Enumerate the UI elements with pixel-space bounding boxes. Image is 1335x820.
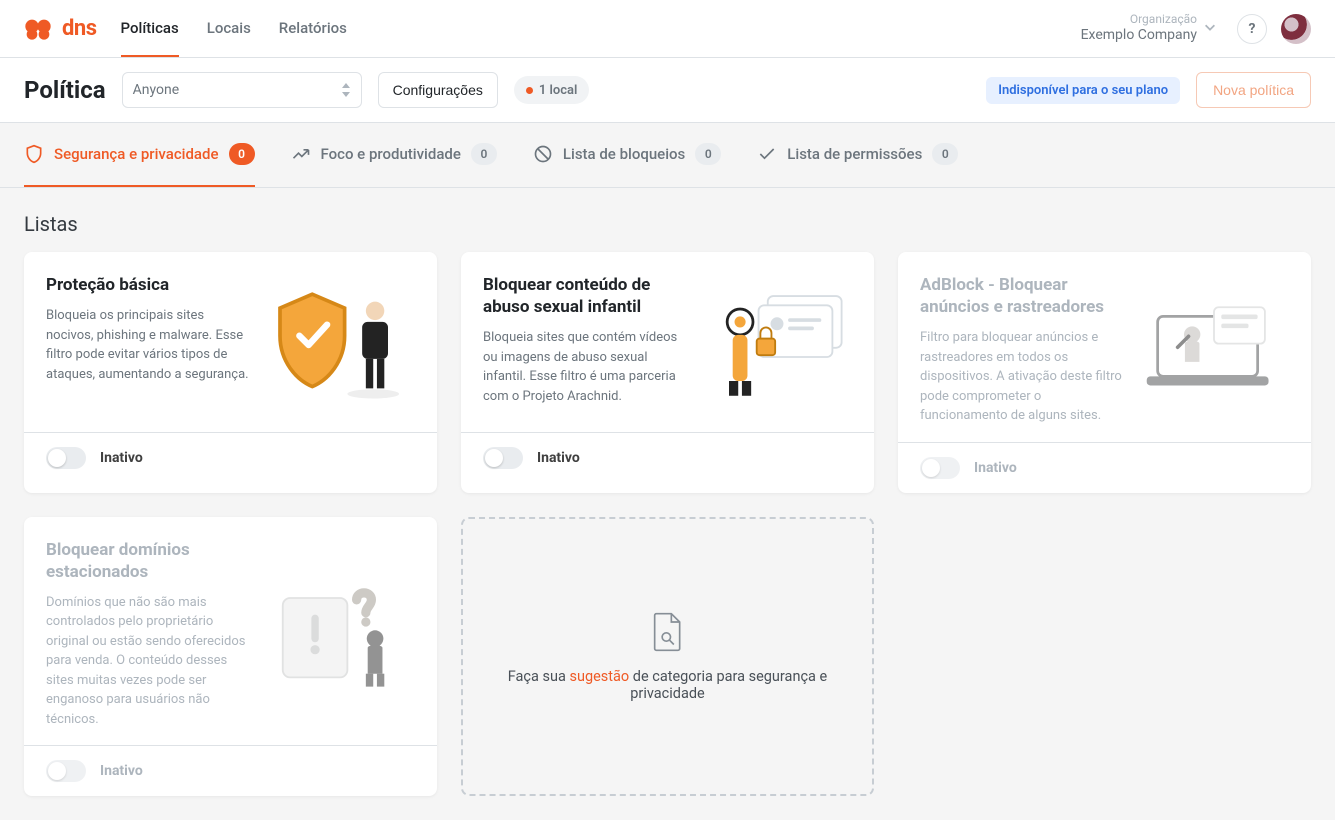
- filter-tabs: Segurança e privacidade 0 Foco e produti…: [0, 123, 1335, 188]
- card-description: Domínios que não são mais controlados pe…: [46, 593, 253, 730]
- tab-allowlist-count: 0: [932, 143, 958, 165]
- content-area: Segurança e privacidade 0 Foco e produti…: [0, 123, 1335, 820]
- status-dot-icon: [526, 87, 533, 94]
- status-text: Inativo: [974, 460, 1017, 476]
- select-caret-icon: [341, 83, 351, 97]
- nav-policies[interactable]: Políticas: [121, 0, 179, 57]
- lock-illustration: [702, 274, 852, 416]
- brand-logo[interactable]: dns: [24, 16, 97, 41]
- tab-allowlist[interactable]: Lista de permissões 0: [757, 123, 958, 187]
- tab-focus-label: Foco e produtividade: [321, 145, 461, 163]
- org-label: Organização: [1081, 12, 1197, 27]
- configurations-button[interactable]: Configurações: [378, 72, 498, 108]
- org-name: Exemplo Company: [1081, 27, 1197, 45]
- help-button[interactable]: ?: [1237, 14, 1267, 44]
- card-title: AdBlock - Bloquear anúncios e rastreador…: [920, 274, 1127, 318]
- card-description: Filtro para bloquear anúncios e rastread…: [920, 328, 1127, 426]
- block-icon: [533, 144, 553, 164]
- nav-reports[interactable]: Relatórios: [279, 0, 347, 57]
- toggle-basic-protection[interactable]: [46, 447, 86, 469]
- tab-blocklist-label: Lista de bloqueios: [563, 145, 685, 163]
- configurations-label: Configurações: [393, 82, 483, 98]
- page-title: Política: [24, 76, 106, 104]
- topnav: dns Políticas Locais Relatórios Organiza…: [0, 0, 1335, 58]
- card-title: Proteção básica: [46, 274, 253, 296]
- card-title: Bloquear domínios estacionados: [46, 539, 253, 583]
- cards-grid: Proteção básica Bloqueia os principais s…: [0, 252, 1335, 820]
- file-search-icon: [651, 612, 685, 652]
- status-text: Inativo: [100, 450, 143, 466]
- card-description: Bloqueia os principais sites nocivos, ph…: [46, 306, 253, 384]
- help-icon: ?: [1249, 21, 1256, 37]
- laptop-illustration: [1139, 274, 1289, 426]
- tab-focus-count: 0: [471, 143, 497, 165]
- locations-badge-text: 1 local: [539, 83, 578, 98]
- toggle-adblock: [920, 457, 960, 479]
- chevron-down-icon[interactable]: [1203, 20, 1217, 38]
- tab-focus-productivity[interactable]: Foco e produtividade 0: [291, 123, 497, 187]
- tab-allowlist-label: Lista de permissões: [787, 145, 922, 163]
- avatar[interactable]: [1281, 14, 1311, 44]
- nav-reports-label: Relatórios: [279, 19, 347, 37]
- suggest-link[interactable]: sugestão: [569, 668, 629, 685]
- card-description: Bloqueia sites que contém vídeos ou imag…: [483, 328, 690, 406]
- status-text: Inativo: [100, 763, 143, 779]
- tab-security-count: 0: [229, 143, 255, 165]
- tab-security-privacy[interactable]: Segurança e privacidade 0: [24, 123, 255, 187]
- suggest-text: Faça sua sugestão de categoria para segu…: [503, 668, 832, 702]
- logo-icon: [24, 17, 56, 41]
- card-title: Bloquear conteúdo de abuso sexual infant…: [483, 274, 690, 318]
- nav-locations[interactable]: Locais: [207, 0, 251, 57]
- policy-selector-value: Anyone: [133, 82, 180, 98]
- nav-locations-label: Locais: [207, 19, 251, 37]
- section-heading: Listas: [0, 188, 1335, 252]
- new-policy-label: Nova política: [1213, 82, 1294, 98]
- toggle-csam-block[interactable]: [483, 447, 523, 469]
- locations-badge[interactable]: 1 local: [514, 76, 590, 104]
- org-switcher[interactable]: Organização Exemplo Company: [1081, 12, 1197, 45]
- card-csam-block: Bloquear conteúdo de abuso sexual infant…: [461, 252, 874, 493]
- main-nav: Políticas Locais Relatórios: [121, 0, 347, 57]
- warning-illustration: [265, 539, 415, 730]
- tab-blocklist[interactable]: Lista de bloqueios 0: [533, 123, 721, 187]
- card-adblock: AdBlock - Bloquear anúncios e rastreador…: [898, 252, 1311, 493]
- policy-selector[interactable]: Anyone: [122, 72, 362, 108]
- toggle-parked-domains: [46, 760, 86, 782]
- status-text: Inativo: [537, 450, 580, 466]
- new-policy-button[interactable]: Nova política: [1196, 72, 1311, 108]
- suggest-category-card[interactable]: Faça sua sugestão de categoria para segu…: [461, 517, 874, 797]
- card-basic-protection: Proteção básica Bloqueia os principais s…: [24, 252, 437, 493]
- nav-policies-label: Políticas: [121, 19, 179, 37]
- check-icon: [757, 144, 777, 164]
- page-header: Política Anyone Configurações 1 local In…: [0, 58, 1335, 123]
- shield-illustration: [265, 274, 415, 416]
- plan-notice-badge: Indisponível para o seu plano: [986, 77, 1180, 104]
- trend-icon: [291, 144, 311, 164]
- tab-blocklist-count: 0: [695, 143, 721, 165]
- brand-name: dns: [62, 16, 97, 41]
- card-parked-domains: Bloquear domínios estacionados Domínios …: [24, 517, 437, 797]
- tab-security-label: Segurança e privacidade: [54, 145, 219, 163]
- shield-icon: [24, 144, 44, 164]
